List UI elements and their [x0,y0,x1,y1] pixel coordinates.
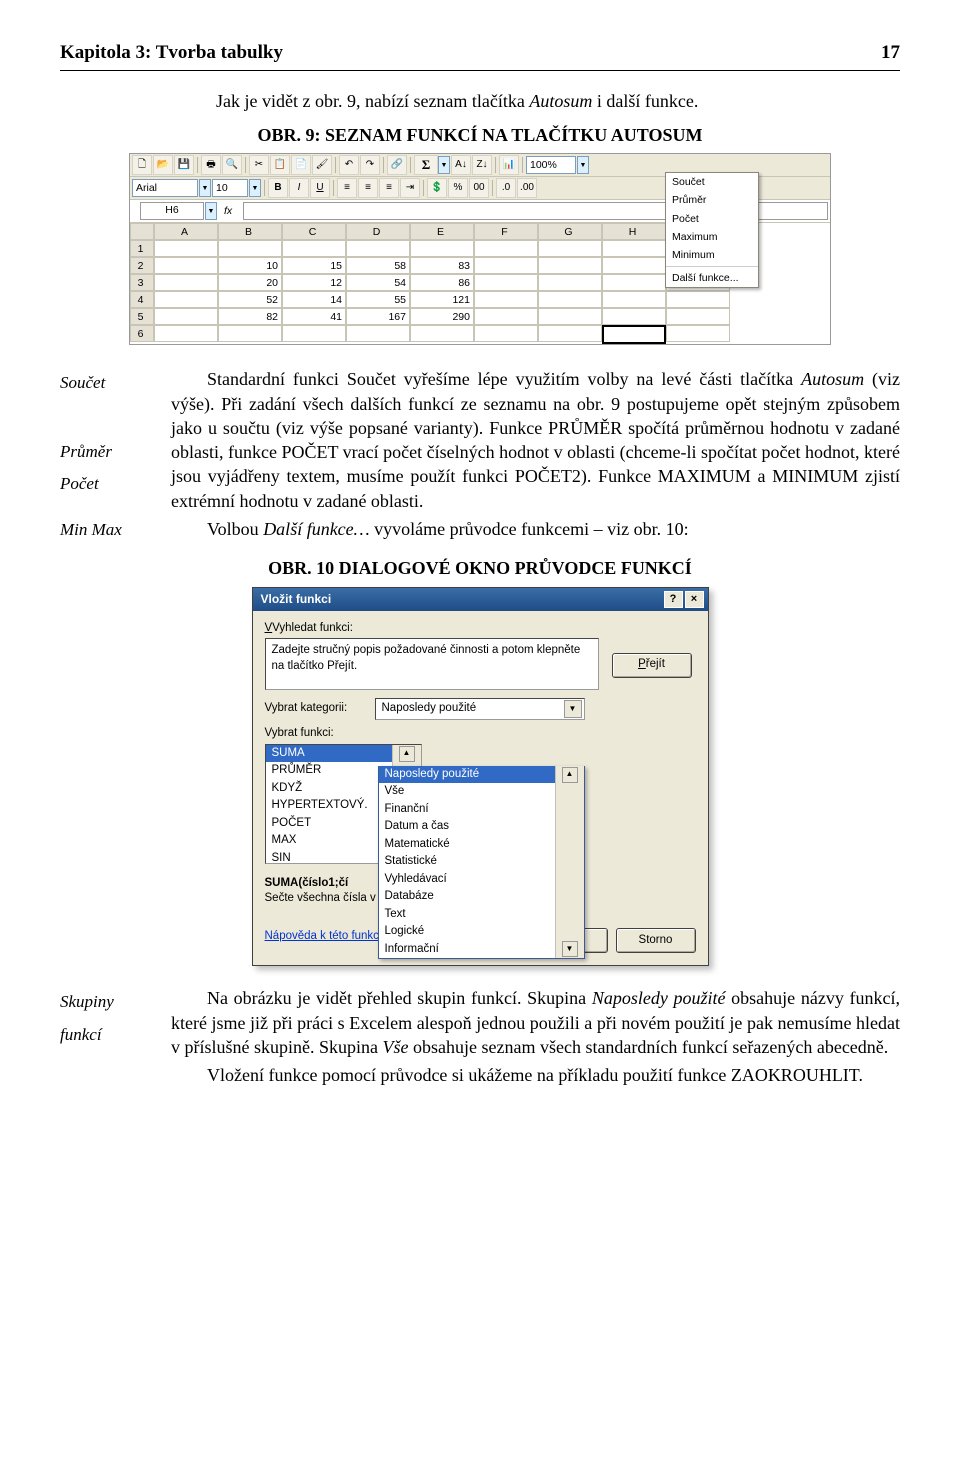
name-box[interactable]: H6 [140,202,204,220]
cat-financni[interactable]: Finanční [379,801,584,819]
body-para-1: Standardní funkci Součet vyřešíme lépe v… [171,367,900,513]
margin-skupiny: Skupiny funkcí [60,986,155,1051]
align-right-icon[interactable]: ≡ [379,178,399,198]
italic-icon[interactable]: I [289,178,309,198]
margin-soucet: Součet [60,367,155,399]
autosum-menu: Součet Průměr Počet Maximum Minimum Dalš… [665,172,759,288]
percent-icon[interactable]: % [448,178,468,198]
menu-soucet[interactable]: Součet [666,173,758,191]
sort-desc-icon[interactable]: Z↓ [472,155,492,175]
sigma-icon: Σ [414,155,438,175]
preview-icon[interactable]: 🔍 [222,155,242,175]
figure-10-caption: OBR. 10 DIALOGOVÉ OKNO PRŮVODCE FUNKCÍ [60,556,900,580]
menu-maximum[interactable]: Maximum [666,228,758,246]
page-number: 17 [881,40,900,66]
help-link[interactable]: Nápověda k této funkci [265,929,382,945]
cat-vyhled[interactable]: Vyhledávací [379,871,584,889]
toolbar-row-1: 🗋 📂 💾 🖶 🔍 ✂ 📋 📄 🖌 ↶ ↷ 🔗 Σ ▼ A↓ Z↓ 📊 100%… [130,154,830,177]
close-icon[interactable]: × [685,591,704,608]
function-label: Vybrat funkci: [265,726,696,742]
cut-icon[interactable]: ✂ [249,155,269,175]
go-button[interactable]: Přejít [612,653,692,678]
cat-logic[interactable]: Logické [379,923,584,941]
search-label: VVyhledat funkci: [265,621,696,637]
body-para-4: Vložení funkce pomocí průvodce si ukážem… [171,1063,900,1087]
merge-icon[interactable]: ⇥ [400,178,420,198]
namebox-drop[interactable]: ▼ [205,202,217,220]
body-para-2: Volbou Další funkce… vyvoláme průvodce f… [171,517,900,541]
align-left-icon[interactable]: ≡ [337,178,357,198]
align-center-icon[interactable]: ≡ [358,178,378,198]
cat-naposledy[interactable]: Naposledy použité [379,766,584,784]
open-icon[interactable]: 📂 [153,155,173,175]
currency-icon[interactable]: 💲 [427,178,447,198]
intro-paragraph: Jak je vidět z obr. 9, nabízí seznam tla… [180,89,900,113]
combo-arrow-icon[interactable]: ▼ [564,700,582,718]
margin-notes-2: Skupiny funkcí [60,986,155,1091]
font-size-box[interactable]: 10 [212,179,248,197]
inc-decimal-icon[interactable]: .0 [496,178,516,198]
margin-notes-1: Součet Průměr Počet Min Max [60,367,155,546]
chart-icon[interactable]: 📊 [499,155,519,175]
copy-icon[interactable]: 📋 [270,155,290,175]
figure-9-caption: OBR. 9: SEZNAM FUNKCÍ NA TLAČÍTKU AUTOSU… [60,123,900,147]
menu-minimum[interactable]: Minimum [666,246,758,264]
dialog-title-text: Vložit funkci [261,591,332,607]
sort-asc-icon[interactable]: A↓ [451,155,471,175]
zoom-box[interactable]: 100% [526,156,576,174]
size-drop[interactable]: ▼ [249,179,261,197]
help-icon[interactable]: ? [664,591,683,608]
print-icon[interactable]: 🖶 [201,155,221,175]
cat-vse[interactable]: Vše [379,783,584,801]
cat-stat[interactable]: Statistické [379,853,584,871]
comma-icon[interactable]: 00 [469,178,489,198]
save-icon[interactable]: 💾 [174,155,194,175]
undo-icon[interactable]: ↶ [339,155,359,175]
catlist-scrollbar[interactable]: ▲▼ [555,766,584,959]
margin-pocet: Počet [60,468,155,500]
font-drop[interactable]: ▼ [199,179,211,197]
chapter-title: Kapitola 3: Tvorba tabulky [60,40,283,66]
link-icon[interactable]: 🔗 [387,155,407,175]
cat-matem[interactable]: Matematické [379,836,584,854]
autosum-button[interactable]: Σ ▼ [414,155,450,175]
category-combo[interactable]: Naposledy použité ▼ [375,698,585,720]
redo-icon[interactable]: ↷ [360,155,380,175]
autosum-dropdown-arrow[interactable]: ▼ [438,156,450,174]
body-para-3: Na obrázku je vidět přehled skupin funkc… [171,986,900,1059]
menu-prumer[interactable]: Průměr [666,191,758,209]
zoom-dropdown[interactable]: ▼ [577,156,589,174]
figure-9-excel: 🗋 📂 💾 🖶 🔍 ✂ 📋 📄 🖌 ↶ ↷ 🔗 Σ ▼ A↓ Z↓ 📊 100%… [129,153,831,345]
format-painter-icon[interactable]: 🖌 [312,155,332,175]
category-dropdown-open: Naposledy použité Vše Finanční Datum a č… [378,766,585,960]
margin-prumer: Průměr [60,436,155,468]
search-textbox[interactable]: Zadejte stručný popis požadované činnost… [265,638,599,690]
cat-info[interactable]: Informační [379,941,584,959]
cat-datum[interactable]: Datum a čas [379,818,584,836]
fx-icon[interactable]: fx [224,204,232,218]
menu-dalsi[interactable]: Další funkce... [666,269,758,287]
cat-text[interactable]: Text [379,906,584,924]
category-label: Vybrat kategorii: [265,701,369,717]
paste-icon[interactable]: 📄 [291,155,311,175]
page-header: Kapitola 3: Tvorba tabulky 17 [60,40,900,71]
underline-icon[interactable]: U [310,178,330,198]
dec-decimal-icon[interactable]: .00 [517,178,537,198]
cat-db[interactable]: Databáze [379,888,584,906]
new-icon[interactable]: 🗋 [132,155,152,175]
font-name-box[interactable]: Arial [132,179,198,197]
dialog-titlebar: Vložit funkci ? × [253,588,708,611]
bold-icon[interactable]: B [268,178,288,198]
insert-function-dialog: Vložit funkci ? × VVyhledat funkci: Zade… [252,587,709,967]
cancel-button[interactable]: Storno [616,928,696,953]
menu-pocet[interactable]: Počet [666,210,758,228]
margin-minmax: Min Max [60,514,155,546]
